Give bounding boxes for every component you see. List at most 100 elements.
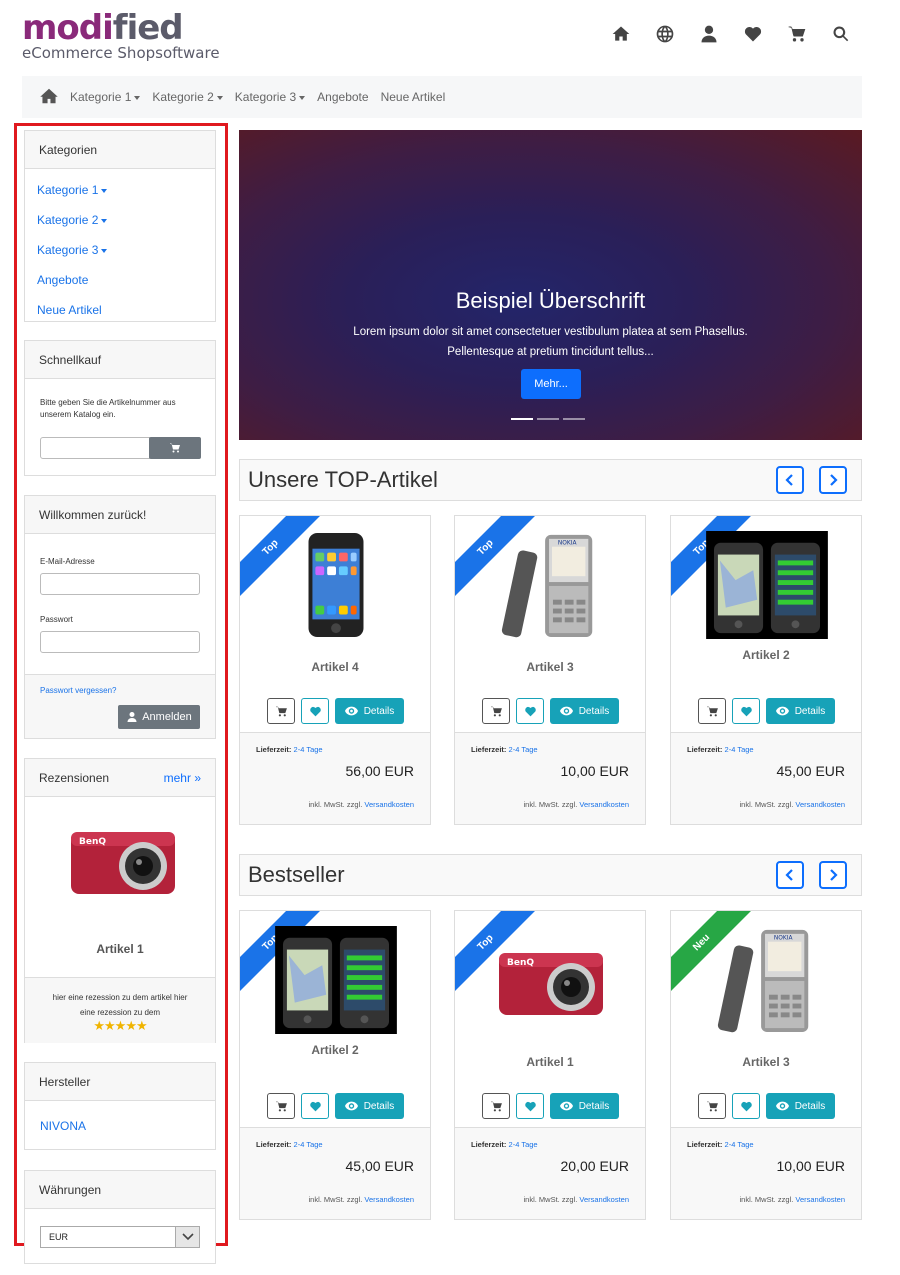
- sidebar-item-neue-artikel[interactable]: Neue Artikel: [37, 295, 203, 325]
- review-product-name[interactable]: Artikel 1: [25, 942, 215, 956]
- details-button[interactable]: Details: [550, 698, 619, 724]
- chevron-down-icon[interactable]: [175, 1227, 199, 1247]
- product-card[interactable]: Top Artikel 2 Details Lieferzeit: 2-4 Ta…: [239, 910, 431, 1220]
- add-to-cart-button[interactable]: [482, 1093, 510, 1119]
- heart-icon: [309, 706, 321, 716]
- heart-icon[interactable]: [740, 22, 766, 46]
- manufacturer-link-nivona[interactable]: NIVONA: [40, 1119, 86, 1133]
- search-icon[interactable]: [828, 22, 854, 46]
- nav-item-angebote[interactable]: Angebote: [317, 90, 368, 104]
- main-navigation: Kategorie 1 Kategorie 2 Kategorie 3 Ange…: [22, 76, 862, 118]
- product-name[interactable]: Artikel 3: [455, 660, 645, 674]
- product-image[interactable]: BenQ: [491, 925, 611, 1035]
- product-price: 56,00 EUR: [345, 763, 414, 779]
- sidebar-item-kategorie-2[interactable]: Kategorie 2: [37, 205, 203, 235]
- svg-text:NOKIA: NOKIA: [774, 936, 793, 942]
- add-to-cart-button[interactable]: [698, 698, 726, 724]
- product-image[interactable]: NOKIA: [717, 925, 817, 1035]
- reviews-header: Rezensionen mehr »: [25, 759, 215, 797]
- product-image[interactable]: [705, 530, 829, 640]
- prev-arrow-icon[interactable]: [776, 861, 804, 889]
- product-image[interactable]: [274, 925, 398, 1035]
- product-name[interactable]: Artikel 2: [240, 1043, 430, 1057]
- add-to-cart-button[interactable]: [267, 1093, 295, 1119]
- cart-icon: [706, 706, 718, 716]
- product-name[interactable]: Artikel 3: [671, 1055, 861, 1069]
- slider-indicator[interactable]: [537, 418, 559, 420]
- password-field[interactable]: [40, 631, 200, 653]
- prev-arrow-icon[interactable]: [776, 466, 804, 494]
- next-arrow-icon[interactable]: [819, 861, 847, 889]
- quickbuy-cart-button[interactable]: [149, 437, 201, 459]
- add-to-cart-button[interactable]: [267, 698, 295, 724]
- details-button[interactable]: Details: [766, 698, 835, 724]
- reviews-box: Rezensionen mehr » BenQ Artikel 1 hier e…: [24, 758, 216, 1043]
- wishlist-button[interactable]: [732, 1093, 760, 1119]
- add-to-cart-button[interactable]: [482, 698, 510, 724]
- sidebar-item-kategorie-3[interactable]: Kategorie 3: [37, 235, 203, 265]
- product-card[interactable]: Top BenQ Artikel 1 Details Lieferzeit: 2…: [454, 910, 646, 1220]
- logo[interactable]: modified eCommerce Shopsoftware: [22, 10, 220, 62]
- email-field[interactable]: [40, 573, 200, 595]
- forgot-password-link[interactable]: Passwort vergessen?: [40, 685, 116, 697]
- sidebar-item-kategorie-1[interactable]: Kategorie 1: [37, 175, 203, 205]
- nav-item-kategorie-1[interactable]: Kategorie 1: [70, 90, 140, 104]
- details-button[interactable]: Details: [766, 1093, 835, 1119]
- delivery-time: Lieferzeit: 2-4 Tage: [471, 1140, 538, 1149]
- delivery-time: Lieferzeit: 2-4 Tage: [687, 1140, 754, 1149]
- nav-item-kategorie-2[interactable]: Kategorie 2: [152, 90, 222, 104]
- nav-item-neue-artikel[interactable]: Neue Artikel: [381, 90, 446, 104]
- review-stars: ★★★★★: [93, 1018, 147, 1033]
- product-image[interactable]: NOKIA: [501, 530, 601, 640]
- slider-indicator[interactable]: [511, 418, 533, 420]
- tax-note: inkl. MwSt. zzgl. Versandkosten: [308, 800, 414, 809]
- product-card[interactable]: Top Artikel 2 Details Lieferzeit: 2-4 Ta…: [670, 515, 862, 825]
- wishlist-button[interactable]: [301, 698, 329, 724]
- svg-text:NOKIA: NOKIA: [558, 541, 577, 547]
- nav-item-kategorie-3[interactable]: Kategorie 3: [235, 90, 305, 104]
- tax-note: inkl. MwSt. zzgl. Versandkosten: [523, 800, 629, 809]
- slider-indicator[interactable]: [563, 418, 585, 420]
- details-button[interactable]: Details: [335, 698, 404, 724]
- wishlist-button[interactable]: [301, 1093, 329, 1119]
- product-card[interactable]: Neu NOKIA Artikel 3 Details Lieferzeit: …: [670, 910, 862, 1220]
- login-button[interactable]: Anmelden: [118, 705, 200, 729]
- product-name[interactable]: Artikel 2: [671, 648, 861, 662]
- password-label: Passwort: [40, 615, 73, 624]
- details-button[interactable]: Details: [335, 1093, 404, 1119]
- product-image[interactable]: [286, 530, 386, 640]
- globe-icon[interactable]: [652, 22, 678, 46]
- quickbuy-box: Schnellkauf Bitte geben Sie die Artikeln…: [24, 340, 216, 476]
- wishlist-button[interactable]: [516, 1093, 544, 1119]
- review-product-image[interactable]: BenQ: [63, 814, 183, 924]
- heart-icon: [524, 706, 536, 716]
- logo-tagline: eCommerce Shopsoftware: [22, 44, 220, 62]
- product-card[interactable]: Top NOKIA Artikel 3 Details Lieferzeit: …: [454, 515, 646, 825]
- next-arrow-icon[interactable]: [819, 466, 847, 494]
- currency-select[interactable]: EUR: [40, 1226, 200, 1248]
- nav-home-icon[interactable]: [40, 88, 58, 107]
- add-to-cart-button[interactable]: [698, 1093, 726, 1119]
- product-name[interactable]: Artikel 4: [240, 660, 430, 674]
- product-card[interactable]: Top Artikel 4 Details Lieferzeit: 2-4 Ta…: [239, 515, 431, 825]
- wishlist-button[interactable]: [732, 698, 760, 724]
- sidebar-item-angebote[interactable]: Angebote: [37, 265, 203, 295]
- tax-note: inkl. MwSt. zzgl. Versandkosten: [739, 1195, 845, 1204]
- hero-more-button[interactable]: Mehr...: [521, 369, 581, 399]
- quickbuy-article-input[interactable]: [40, 437, 150, 459]
- slider-indicators: [511, 418, 585, 420]
- cart-icon: [275, 1101, 287, 1111]
- wishlist-button[interactable]: [516, 698, 544, 724]
- eye-icon: [344, 1101, 358, 1111]
- home-icon[interactable]: [608, 22, 634, 46]
- details-button[interactable]: Details: [550, 1093, 619, 1119]
- product-name[interactable]: Artikel 1: [455, 1055, 645, 1069]
- cart-icon[interactable]: [784, 22, 810, 46]
- categories-box: Kategorien Kategorie 1 Kategorie 2 Kateg…: [24, 130, 216, 322]
- heart-icon: [740, 706, 752, 716]
- cart-icon: [490, 1101, 502, 1111]
- user-icon[interactable]: [696, 22, 722, 46]
- product-price: 10,00 EUR: [560, 763, 629, 779]
- heart-icon: [740, 1101, 752, 1111]
- reviews-more-link[interactable]: mehr »: [164, 771, 201, 785]
